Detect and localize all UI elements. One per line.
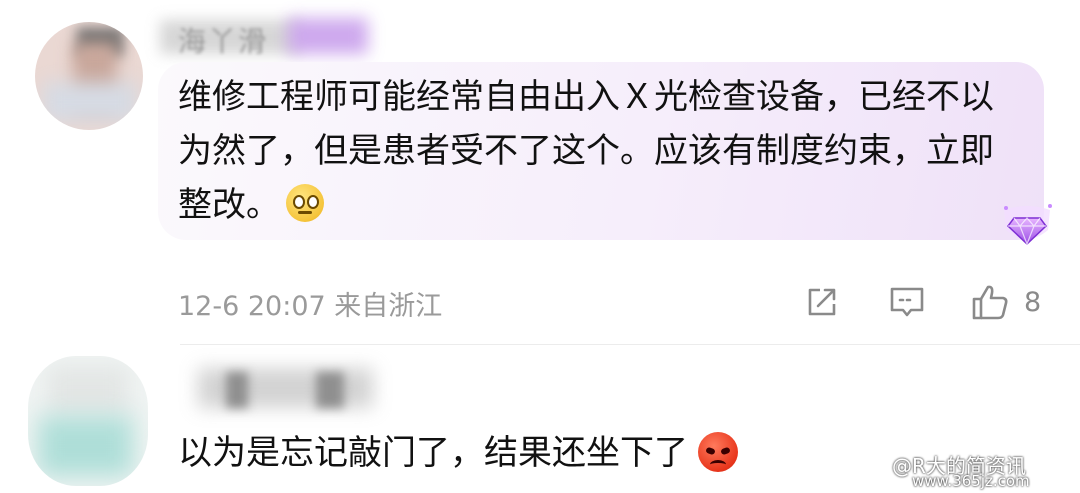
- username-blurred[interactable]: [198, 358, 378, 418]
- smile-emoji-icon: [286, 184, 324, 222]
- username[interactable]: 海丫滑: [178, 20, 268, 60]
- comment-meta: 12-6 20:07 来自浙江: [178, 284, 442, 323]
- comment-text: 以为是忘记敲门了，结果还坐下了: [178, 426, 818, 480]
- watermark-url: www.365jz.com: [912, 472, 1030, 490]
- avatar[interactable]: [35, 22, 143, 130]
- comment-divider: [180, 344, 1080, 345]
- comment-location: 来自浙江: [334, 291, 443, 322]
- comment-text: 维修工程师可能经常自由出入Ｘ光检查设备，已经不以为然了，但是患者受不了这个。应该…: [178, 70, 1018, 232]
- comment-body: 以为是忘记敲门了，结果还坐下了: [178, 433, 688, 473]
- like-button[interactable]: 8: [970, 282, 1041, 322]
- avatar[interactable]: [28, 356, 148, 486]
- thumbs-up-icon: [972, 285, 1008, 320]
- comment-item: 海丫滑 维修工程师可能经常自由出入Ｘ光检查设备，已经不以为然了，但是患者受不了这…: [0, 0, 1080, 345]
- comment-date: 12-6 20:07: [178, 291, 326, 322]
- reply-button[interactable]: [888, 282, 926, 322]
- vip-gem-badge-icon: [1004, 204, 1052, 246]
- share-button[interactable]: [804, 282, 840, 322]
- angry-emoji-icon: [698, 432, 738, 472]
- share-icon: [808, 288, 836, 316]
- watermark: @R大的简资讯 www.365jz.com: [892, 448, 1076, 490]
- like-count: 8: [1024, 286, 1042, 318]
- reply-icon: [890, 287, 924, 317]
